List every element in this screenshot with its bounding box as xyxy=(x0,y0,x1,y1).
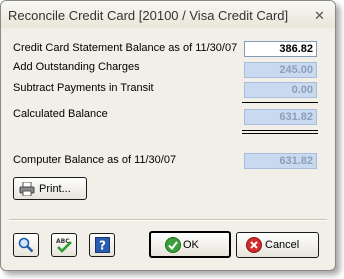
payments-in-transit-label: Subtract Payments in Transit xyxy=(13,82,154,94)
statement-balance-label: Credit Card Statement Balance as of 11/3… xyxy=(13,42,238,54)
find-button[interactable] xyxy=(13,233,39,257)
abc-check-icon: ABC xyxy=(56,238,72,253)
payments-in-transit-field: 0.00 xyxy=(244,82,317,98)
question-icon: ? xyxy=(94,237,110,253)
red-x-icon xyxy=(246,237,262,253)
close-icon[interactable]: ✕ xyxy=(313,9,326,22)
sum-rule xyxy=(242,102,318,103)
printer-icon xyxy=(19,181,35,196)
button-separator xyxy=(9,219,327,221)
ok-button[interactable]: OK xyxy=(149,231,231,258)
computer-balance-field: 631.82 xyxy=(244,153,317,169)
print-button[interactable]: Print... xyxy=(13,177,87,200)
outstanding-charges-label: Add Outstanding Charges xyxy=(13,61,140,73)
computer-balance-label: Computer Balance as of 11/30/07 xyxy=(13,154,177,166)
cancel-label: Cancel xyxy=(265,239,300,251)
calculated-balance-label: Calculated Balance xyxy=(13,108,108,120)
title-bar[interactable]: Reconcile Credit Card [20100 / Visa Cred… xyxy=(1,1,335,28)
reconcile-dialog: Reconcile Credit Card [20100 / Visa Cred… xyxy=(0,0,336,271)
magnifier-icon xyxy=(18,237,34,253)
dialog-title: Reconcile Credit Card [20100 / Visa Cred… xyxy=(8,8,289,23)
green-check-icon xyxy=(165,236,181,253)
outstanding-charges-field: 245.00 xyxy=(244,62,317,78)
svg-text:?: ? xyxy=(99,239,106,253)
calculated-balance-field: 631.82 xyxy=(244,109,317,125)
total-rule-top xyxy=(242,130,318,131)
spell-check-button[interactable]: ABC xyxy=(51,233,77,257)
statement-balance-input[interactable]: 386.82 xyxy=(244,41,317,57)
total-rule-bottom xyxy=(242,133,318,134)
ok-label: OK xyxy=(183,238,199,251)
cancel-button[interactable]: Cancel xyxy=(236,232,319,258)
help-button[interactable]: ? xyxy=(89,233,115,257)
print-label: Print... xyxy=(39,182,71,195)
